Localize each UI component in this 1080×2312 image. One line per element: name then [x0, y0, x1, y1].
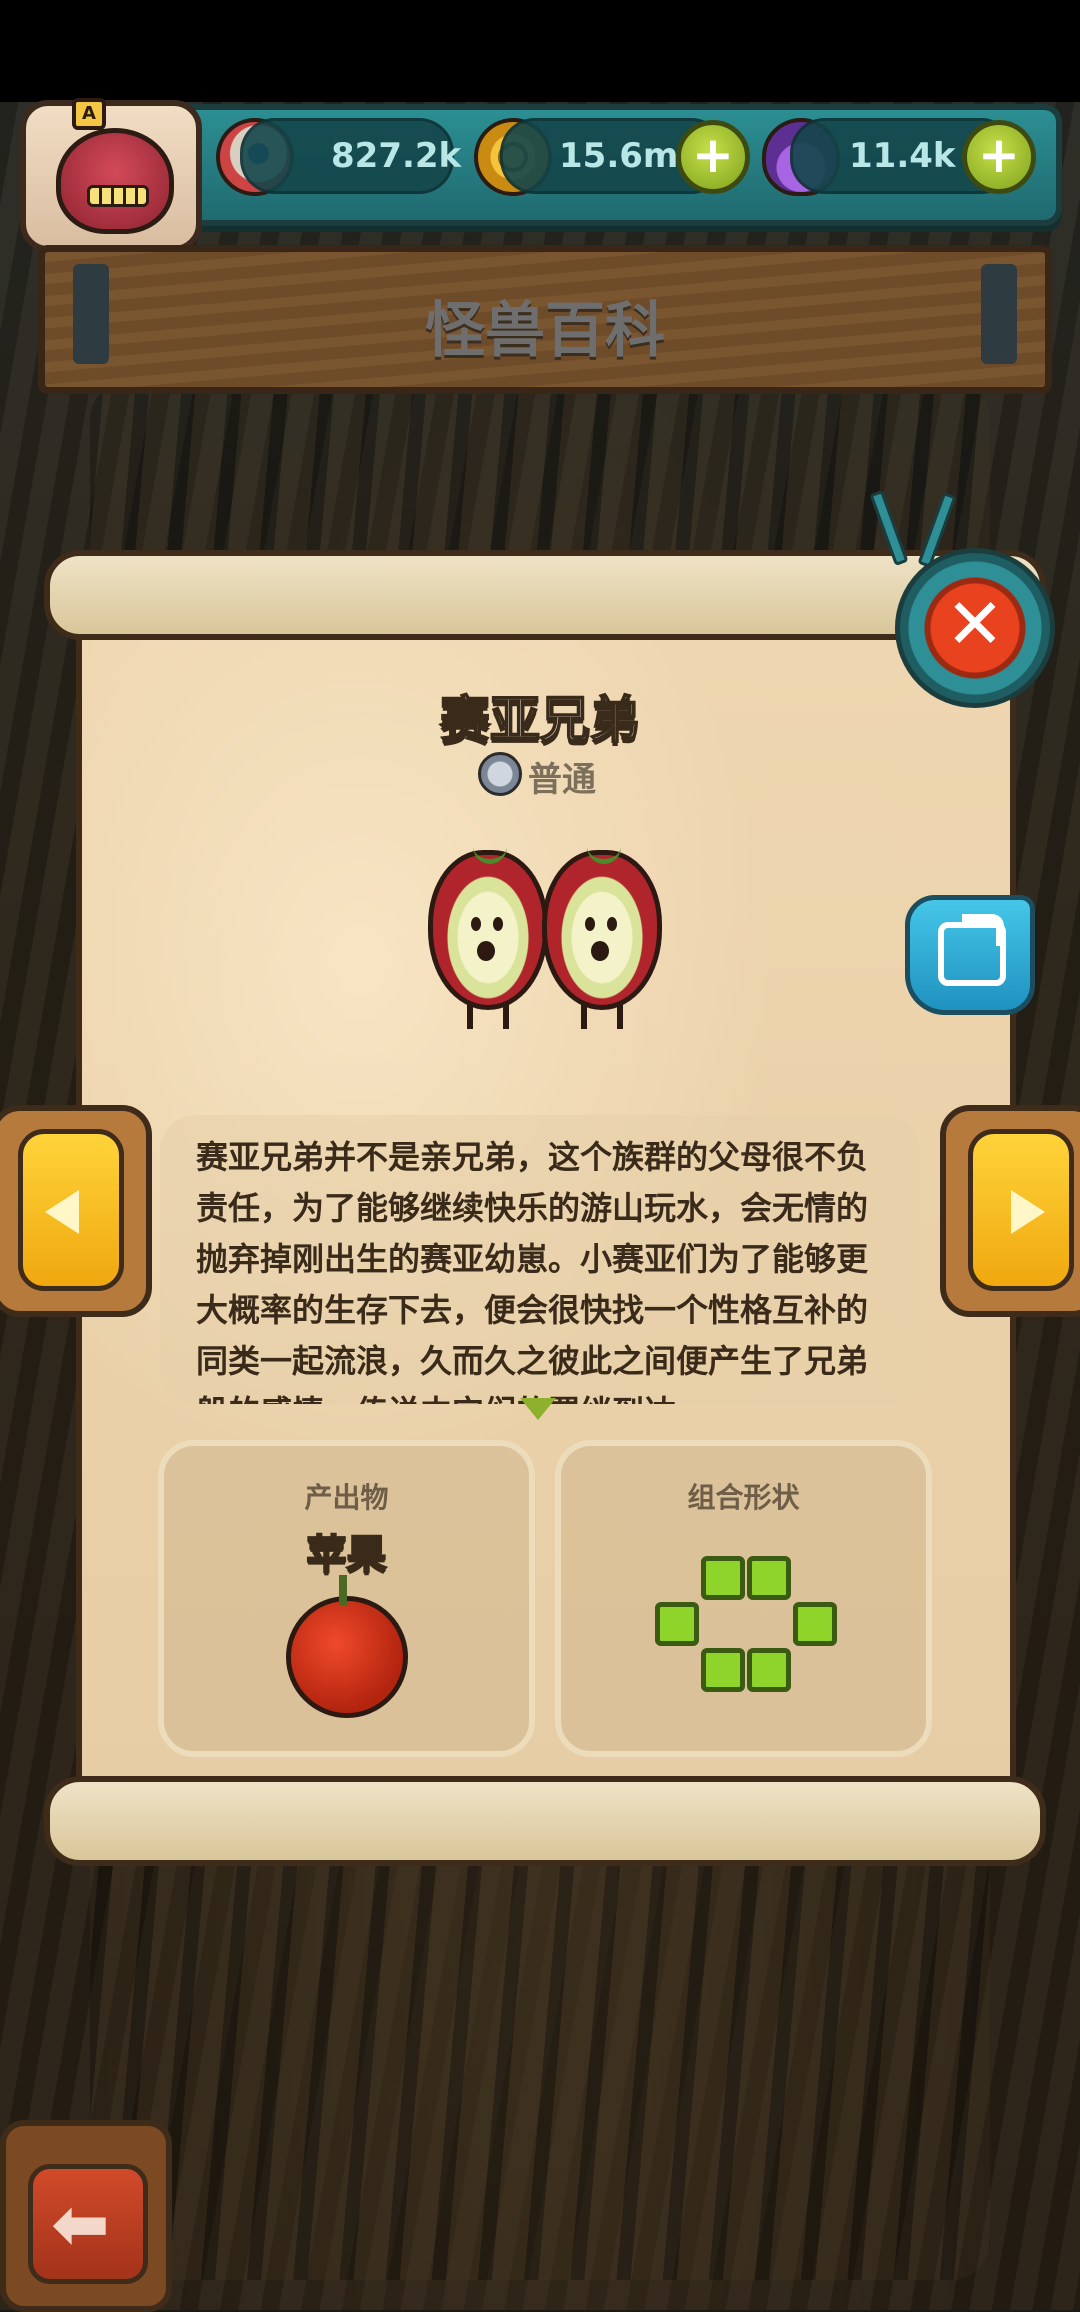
shape-cell [701, 1648, 745, 1692]
eyeball-count: 827.2k [331, 136, 462, 176]
prev-monster-button[interactable] [0, 1105, 152, 1317]
monster-description[interactable]: 赛亚兄弟并不是亲兄弟，这个族群的父母很不负责任，为了能够继续快乐的游山玩水，会无… [196, 1132, 896, 1404]
scroll-bottom-rod [44, 1776, 1046, 1866]
apple-half-right [542, 850, 662, 1029]
close-icon: ✕ [945, 583, 1005, 665]
page-title: 怪兽百科 [425, 296, 665, 366]
share-button[interactable] [905, 895, 1035, 1015]
next-monster-button[interactable] [940, 1105, 1080, 1317]
arrow-left-icon: ⬅ [51, 2183, 110, 2265]
scroll-down-icon[interactable] [520, 1398, 556, 1420]
chevron-left-icon [45, 1190, 79, 1234]
eyeball-counter: 827.2k [240, 118, 461, 194]
apple-icon [286, 1575, 408, 1718]
shape-cell [747, 1648, 791, 1692]
coin-count: 15.6m [559, 136, 679, 176]
avatar-rank-badge: A [72, 98, 106, 130]
add-coins-button[interactable]: + [676, 120, 750, 194]
shape-cell [793, 1602, 837, 1646]
product-label: 产出物 [304, 1481, 389, 1514]
chevron-right-icon [1011, 1190, 1045, 1234]
shape-cell [701, 1556, 745, 1600]
product-card: 产出物 苹果 [158, 1440, 535, 1757]
shape-card: 组合形状 [555, 1440, 932, 1757]
title-plank: 怪兽百科 [38, 245, 1052, 394]
back-button[interactable]: ⬅ [0, 2120, 172, 2312]
shape-cell [747, 1556, 791, 1600]
add-potions-button[interactable]: + [962, 120, 1036, 194]
apple-half-left [428, 850, 548, 1029]
close-button[interactable]: ✕ [895, 548, 1055, 708]
shape-label: 组合形状 [687, 1481, 800, 1514]
shape-cell [655, 1602, 699, 1646]
rarity-label: 普通 [528, 760, 596, 800]
potion-count: 11.4k [849, 136, 956, 176]
monster-name: 赛亚兄弟 [439, 690, 641, 750]
avatar-monster-icon [56, 128, 174, 234]
product-name: 苹果 [306, 1531, 388, 1579]
status-bar [0, 0, 1080, 102]
player-avatar[interactable]: A [20, 98, 202, 252]
rarity-skull-icon [478, 752, 522, 796]
